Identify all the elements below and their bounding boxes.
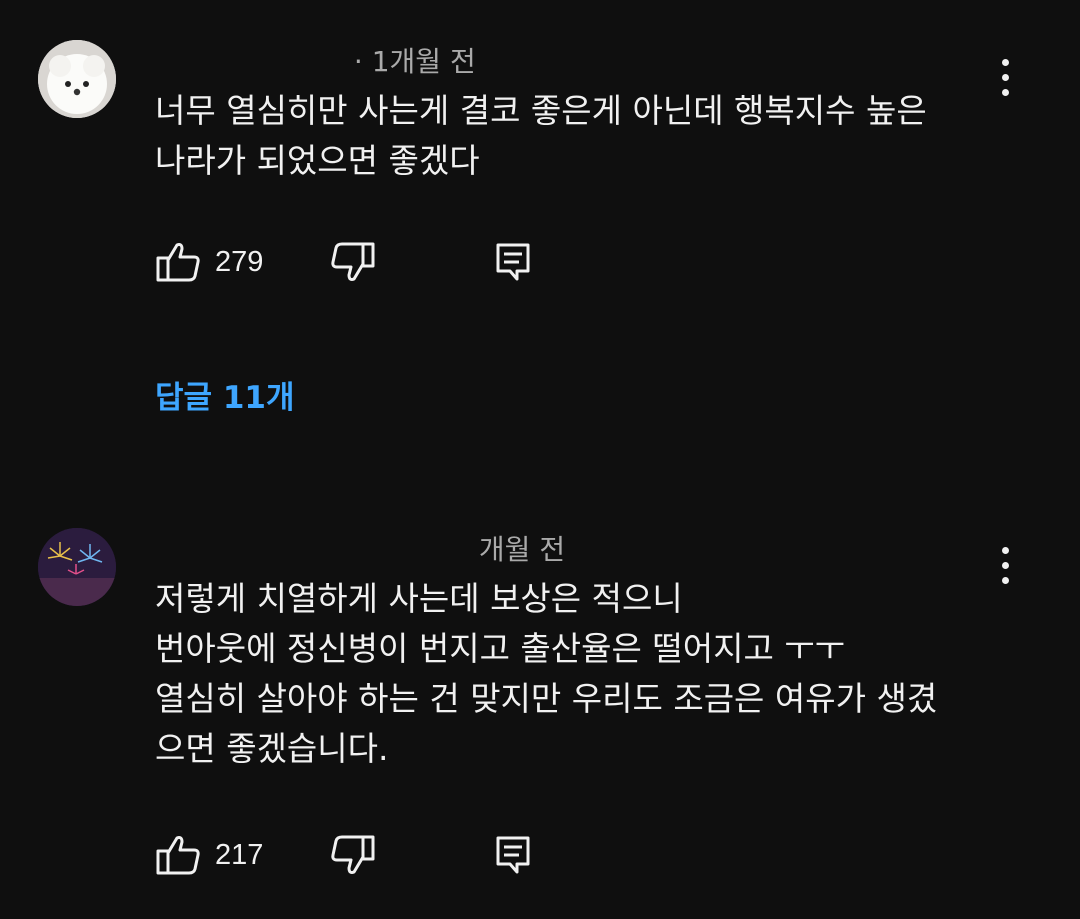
author-name[interactable]: [155, 53, 345, 73]
like-button[interactable]: 217: [155, 830, 263, 880]
fireworks-avatar-icon: [38, 528, 116, 606]
thumbs-up-icon: [156, 836, 200, 875]
comment-thread: 개월 전 저렇게 치열하게 사는데 보상은 적으니 번아웃에 정신병이 번지고 …: [0, 500, 1080, 919]
comment-thread: · 1개월 전 너무 열심히만 사는게 결코 좋은게 아닌데 행복지수 높은 나…: [0, 0, 1080, 480]
comment-text: 저렇게 치열하게 사는데 보상은 적으니 번아웃에 정신병이 번지고 출산율은 …: [155, 574, 1005, 774]
like-count: 279: [215, 245, 264, 278]
pomeranian-avatar-icon: [38, 40, 116, 118]
comment-text-line: 번아웃에 정신병이 번지고 출산율은 떨어지고 ㅜㅜ: [155, 629, 846, 668]
more-vertical-icon: [1001, 58, 1009, 66]
avatar[interactable]: [38, 40, 116, 118]
comment-reply-icon: [496, 836, 530, 874]
author-name[interactable]: [155, 541, 470, 561]
dislike-button[interactable]: [330, 830, 376, 880]
comment-text-line: 너무 열심히만 사는게 결코 좋은게 아닌데 행복지수 높은: [155, 91, 927, 130]
reply-button[interactable]: [495, 830, 531, 880]
comment-text-line: 열심히 살아야 하는 건 맞지만 우리도 조금은 여유가 생겼: [155, 679, 938, 718]
comment-text-line: 으면 좋겠습니다.: [155, 729, 389, 768]
like-count: 217: [215, 838, 264, 871]
reply-button[interactable]: [495, 237, 531, 287]
avatar[interactable]: [38, 528, 116, 606]
comment-text-line: 저렇게 치열하게 사는데 보상은 적으니: [155, 579, 683, 618]
comment-meta: 개월 전: [155, 528, 565, 568]
more-vertical-icon: [1001, 546, 1009, 554]
dislike-button[interactable]: [330, 237, 376, 287]
thumbs-down-icon: [331, 242, 375, 281]
thumbs-down-icon: [331, 835, 375, 874]
comment-timestamp: 개월 전: [478, 533, 566, 566]
comment-text: 너무 열심히만 사는게 결코 좋은게 아닌데 행복지수 높은 나라가 되었으면 …: [155, 86, 1005, 186]
more-vertical-icon-dot: [1001, 73, 1009, 81]
view-replies-link[interactable]: 답글 11개: [155, 372, 295, 417]
comment-actions: 279: [155, 237, 555, 287]
comment-text-line: 나라가 되었으면 좋겠다: [155, 141, 480, 180]
thumbs-up-icon: [156, 243, 200, 282]
comment-actions: 217: [155, 830, 555, 880]
comment-timestamp: · 1개월 전: [353, 45, 476, 78]
comment-meta: · 1개월 전: [155, 40, 476, 80]
like-button[interactable]: 279: [155, 237, 263, 287]
more-vertical-icon-dot: [1001, 561, 1009, 569]
comment-reply-icon: [496, 243, 530, 281]
